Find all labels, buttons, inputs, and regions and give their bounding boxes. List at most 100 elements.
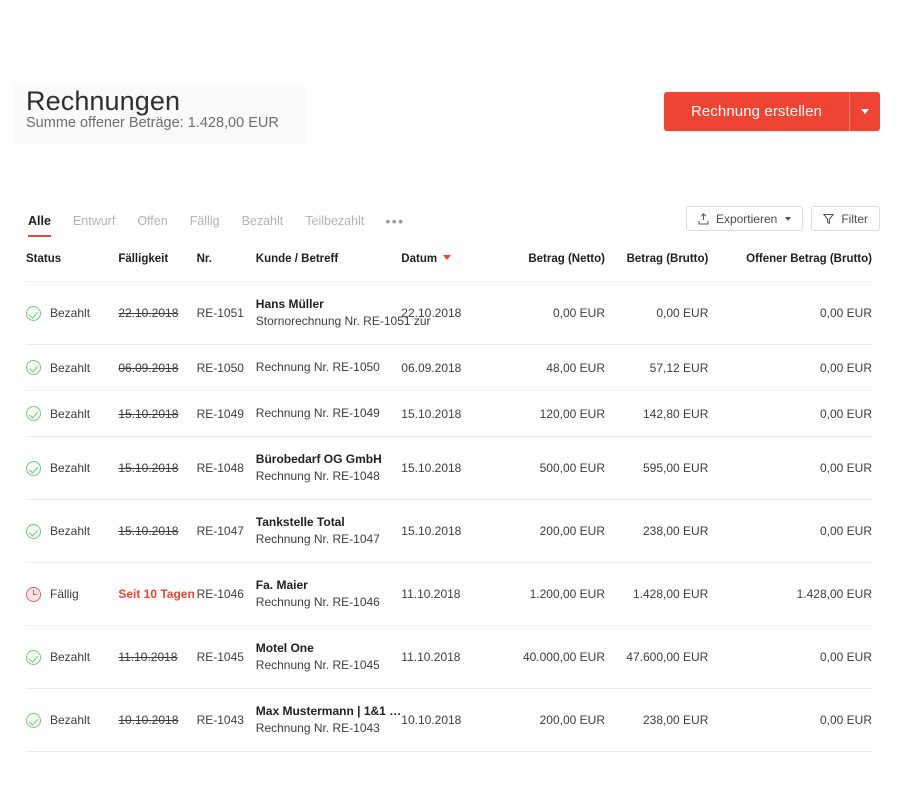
cell-status: Bezahlt xyxy=(26,437,118,500)
tab-offen[interactable]: Offen xyxy=(126,214,178,237)
cell-faelligkeit: 15.10.2018 xyxy=(118,500,196,563)
table-row[interactable]: Bezahlt 22.10.2018 RE-1051 Hans Müller Storn… xyxy=(26,281,872,345)
paid-check-icon xyxy=(26,305,41,321)
filter-button[interactable]: Filter xyxy=(811,206,880,231)
cell-datum: 22.10.2018 xyxy=(401,306,462,320)
cell-betrag-brutto: 142,80 EUR xyxy=(642,406,709,421)
status-filter-tabs[interactable]: Alle Entwurf Offen Fällig Bezahlt Teilbe… xyxy=(28,214,415,237)
column-header-datum-label: Datum xyxy=(401,253,438,265)
cell-betrag-brutto: 57,12 EUR xyxy=(649,360,709,375)
invoices-table-container: Status Fälligkeit Nr. Kunde / Betreff Da… xyxy=(26,253,872,752)
customer-name: Bürobedarf OG GmbH xyxy=(255,452,382,466)
tab-overflow-menu-icon[interactable]: ••• xyxy=(375,214,414,237)
cell-betrag-brutto: 0,00 EUR xyxy=(656,306,709,320)
status-badge: Bezahlt xyxy=(50,524,91,538)
cell-kunde-betreff: Motel One Rechnung Nr. RE-1045 xyxy=(256,626,402,689)
tab-entwurf[interactable]: Entwurf xyxy=(62,214,126,237)
tab-faellig[interactable]: Fällig xyxy=(179,214,231,237)
tab-bezahlt[interactable]: Bezahlt xyxy=(231,214,295,237)
customer-name: Hans Müller xyxy=(255,297,324,311)
column-header-status[interactable]: Status xyxy=(26,253,118,282)
table-row[interactable]: Fällig Seit 10 Tagen RE-1046 Fa. Maier Rechn… xyxy=(26,562,872,626)
cell-betrag-brutto: 1.428,00 EUR xyxy=(632,587,709,601)
table-row[interactable]: Bezahlt 10.10.2018 RE-1043 Max Mustermann |… xyxy=(26,688,872,752)
paid-check-icon xyxy=(26,360,41,375)
cell-betrag-netto: 120,00 EUR xyxy=(539,406,605,421)
table-row[interactable]: Bezahlt 11.10.2018 RE-1045 Motel One Rechnun… xyxy=(26,625,872,689)
cell-offener-betrag: 1.428,00 EUR xyxy=(796,587,872,601)
invoice-subject: Rechnung Nr. RE-1049 xyxy=(255,406,380,420)
cell-betrag-netto: 500,00 EUR xyxy=(539,461,605,475)
cell-status: Bezahlt xyxy=(26,500,118,563)
cell-betrag-brutto: 595,00 EUR xyxy=(642,461,709,475)
table-toolbar: Exportieren Filter xyxy=(685,206,880,231)
status-badge: Bezahlt xyxy=(50,713,91,727)
column-header-faelligkeit[interactable]: Fälligkeit xyxy=(118,253,196,282)
table-header: Status Fälligkeit Nr. Kunde / Betreff Da… xyxy=(26,253,872,282)
create-invoice-split-button[interactable]: Rechnung erstellen xyxy=(663,92,880,131)
cell-kunde-betreff: Tankstelle Total Rechnung Nr. RE-1047 xyxy=(256,500,402,563)
paid-check-icon xyxy=(26,649,41,665)
cell-faelligkeit: Seit 10 Tagen xyxy=(118,563,196,626)
column-header-nr[interactable]: Nr. xyxy=(197,253,256,282)
invoices-table: Status Fälligkeit Nr. Kunde / Betreff Da… xyxy=(26,253,872,752)
cell-offener-betrag: 0,00 EUR xyxy=(819,650,872,664)
cell-datum: 11.10.2018 xyxy=(401,587,461,601)
status-badge: Bezahlt xyxy=(50,360,91,375)
table-body: Bezahlt 22.10.2018 RE-1051 Hans Müller Storn… xyxy=(26,281,872,752)
create-invoice-button[interactable]: Rechnung erstellen xyxy=(663,92,849,131)
table-row[interactable]: Bezahlt 15.10.2018 RE-1048 Bürobedarf OG Gm… xyxy=(26,436,872,500)
cell-kunde-betreff: Max Mustermann | 1&1 Int… Rechnung Nr. RE… xyxy=(256,689,402,752)
cell-datum: 06.09.2018 xyxy=(401,360,462,375)
table-row[interactable]: Bezahlt 15.10.2018 RE-1047 Tankstelle Total… xyxy=(26,499,872,563)
cell-invoice-number: RE-1045 xyxy=(196,650,244,664)
sort-descending-icon xyxy=(443,255,452,260)
table-header-row: Status Fälligkeit Nr. Kunde / Betreff Da… xyxy=(26,253,872,282)
cell-kunde-betreff: Rechnung Nr. RE-1050 xyxy=(256,345,402,391)
due-date-paid: 10.10.2018 xyxy=(118,713,179,727)
customer-name: Tankstelle Total xyxy=(255,515,345,529)
invoice-subject: Rechnung Nr. RE-1045 xyxy=(255,658,380,672)
filter-button-label: Filter xyxy=(841,211,868,226)
tab-teilbezahlt[interactable]: Teilbezahlt xyxy=(294,214,375,237)
column-header-datum[interactable]: Datum xyxy=(401,253,501,282)
cell-betrag-netto: 40.000,00 EUR xyxy=(522,650,605,664)
due-date-overdue: Seit 10 Tagen xyxy=(118,587,195,601)
cell-kunde-betreff: Hans Müller Stornorechnung Nr. RE-1051 zu… xyxy=(255,282,431,345)
invoice-subject: Rechnung Nr. RE-1050 xyxy=(255,360,380,374)
cell-invoice-number: RE-1043 xyxy=(196,713,244,727)
status-badge: Bezahlt xyxy=(50,461,91,475)
cell-kunde-betreff: Bürobedarf OG GmbH Rechnung Nr. RE-1048 xyxy=(256,437,402,500)
cell-betrag-netto: 0,00 EUR xyxy=(552,306,605,320)
export-button[interactable]: Exportieren xyxy=(685,206,804,231)
cell-datum: 15.10.2018 xyxy=(401,524,462,538)
cell-invoice-number: RE-1047 xyxy=(196,524,244,538)
cell-status: Bezahlt xyxy=(26,391,118,437)
invoice-subject: Rechnung Nr. RE-1048 xyxy=(255,469,380,483)
due-date-paid: 22.10.2018 xyxy=(118,306,179,320)
paid-check-icon xyxy=(26,460,41,476)
table-row[interactable]: Bezahlt 06.09.2018 RE-1050 Rechnung Nr. RE-… xyxy=(26,344,872,391)
customer-name: Fa. Maier xyxy=(255,578,308,592)
cell-invoice-number: RE-1046 xyxy=(196,587,244,601)
tab-alle[interactable]: Alle xyxy=(28,214,62,237)
cell-faelligkeit: 15.10.2018 xyxy=(118,391,196,437)
invoice-subject: Rechnung Nr. RE-1047 xyxy=(255,532,380,546)
due-date-paid: 15.10.2018 xyxy=(118,461,179,475)
column-header-kunde-betreff[interactable]: Kunde / Betreff xyxy=(256,253,402,282)
cell-betrag-netto: 200,00 EUR xyxy=(539,713,605,727)
create-invoice-dropdown-button[interactable] xyxy=(849,92,880,131)
cell-datum: 15.10.2018 xyxy=(401,406,462,421)
column-header-betrag-netto[interactable]: Betrag (Netto) xyxy=(502,253,605,282)
cell-status: Bezahlt xyxy=(26,689,118,752)
cell-kunde-betreff: Fa. Maier Rechnung Nr. RE-1046 xyxy=(256,563,402,626)
status-badge: Bezahlt xyxy=(50,306,91,320)
cell-status: Fällig xyxy=(26,563,118,626)
column-header-offener-betrag-brutto[interactable]: Offener Betrag (Brutto) xyxy=(708,253,872,282)
cell-offener-betrag: 0,00 EUR xyxy=(819,461,872,475)
cell-offener-betrag: 0,00 EUR xyxy=(819,406,872,421)
funnel-icon xyxy=(823,213,835,224)
table-row[interactable]: Bezahlt 15.10.2018 RE-1049 Rechnung Nr. RE-… xyxy=(26,390,872,437)
column-header-betrag-brutto[interactable]: Betrag (Brutto) xyxy=(605,253,709,282)
cell-kunde-betreff: Rechnung Nr. RE-1049 xyxy=(256,391,402,437)
